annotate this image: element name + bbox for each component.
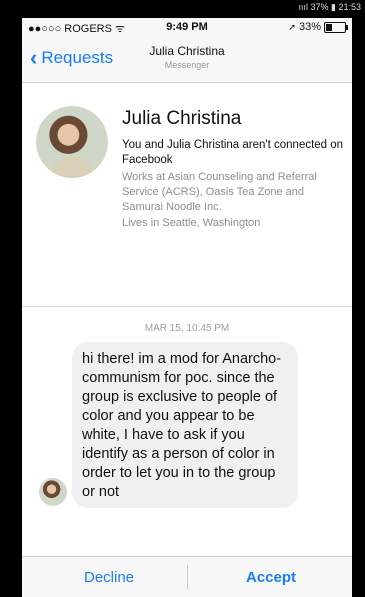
location-info: Lives in Seattle, Washington (122, 217, 261, 229)
section-divider (22, 306, 352, 307)
screenshot-frame: ıııl 37% ▮ 21:53 ●●○○○ ROGERS ᯤ 9:49 PM … (0, 0, 365, 597)
avatar-shirt (50, 156, 94, 178)
nav-title: Julia Christina (149, 44, 225, 58)
decline-button[interactable]: Decline (84, 569, 134, 586)
action-bar: Decline Accept (22, 556, 352, 597)
connection-status: You and Julia Christina aren't connected… (122, 139, 344, 166)
location-arrow-icon: ➚ (288, 21, 296, 32)
button-separator (187, 565, 188, 589)
battery-indicator: ➚ 33% (288, 21, 348, 33)
status-bar: ●●○○○ ROGERS ᯤ 9:49 PM ➚ 33% (22, 18, 352, 36)
outer-status-strip: ıııl 37% ▮ 21:53 (0, 0, 365, 18)
message-bubble[interactable]: hi there! im a mod for Anarcho-communism… (72, 342, 298, 508)
battery-icon (324, 21, 348, 33)
profile-avatar[interactable] (36, 106, 108, 178)
phone-screen: ●●○○○ ROGERS ᯤ 9:49 PM ➚ 33% ‹ Requests … (22, 18, 352, 597)
nav-subtitle: Messenger (164, 60, 210, 70)
accept-button[interactable]: Accept (246, 569, 296, 586)
profile-name: Julia Christina (122, 108, 242, 129)
nav-bar: ‹ Requests Julia Christina Messenger (22, 36, 352, 83)
work-info: Works at Asian Counseling and Referral S… (122, 171, 317, 213)
sender-avatar[interactable] (39, 478, 67, 506)
message-timestamp: MAR 15, 10:45 PM (144, 323, 230, 334)
battery-percent: 33% (298, 21, 321, 33)
outer-status-text: ıııl 37% ▮ 21:53 (298, 2, 362, 12)
